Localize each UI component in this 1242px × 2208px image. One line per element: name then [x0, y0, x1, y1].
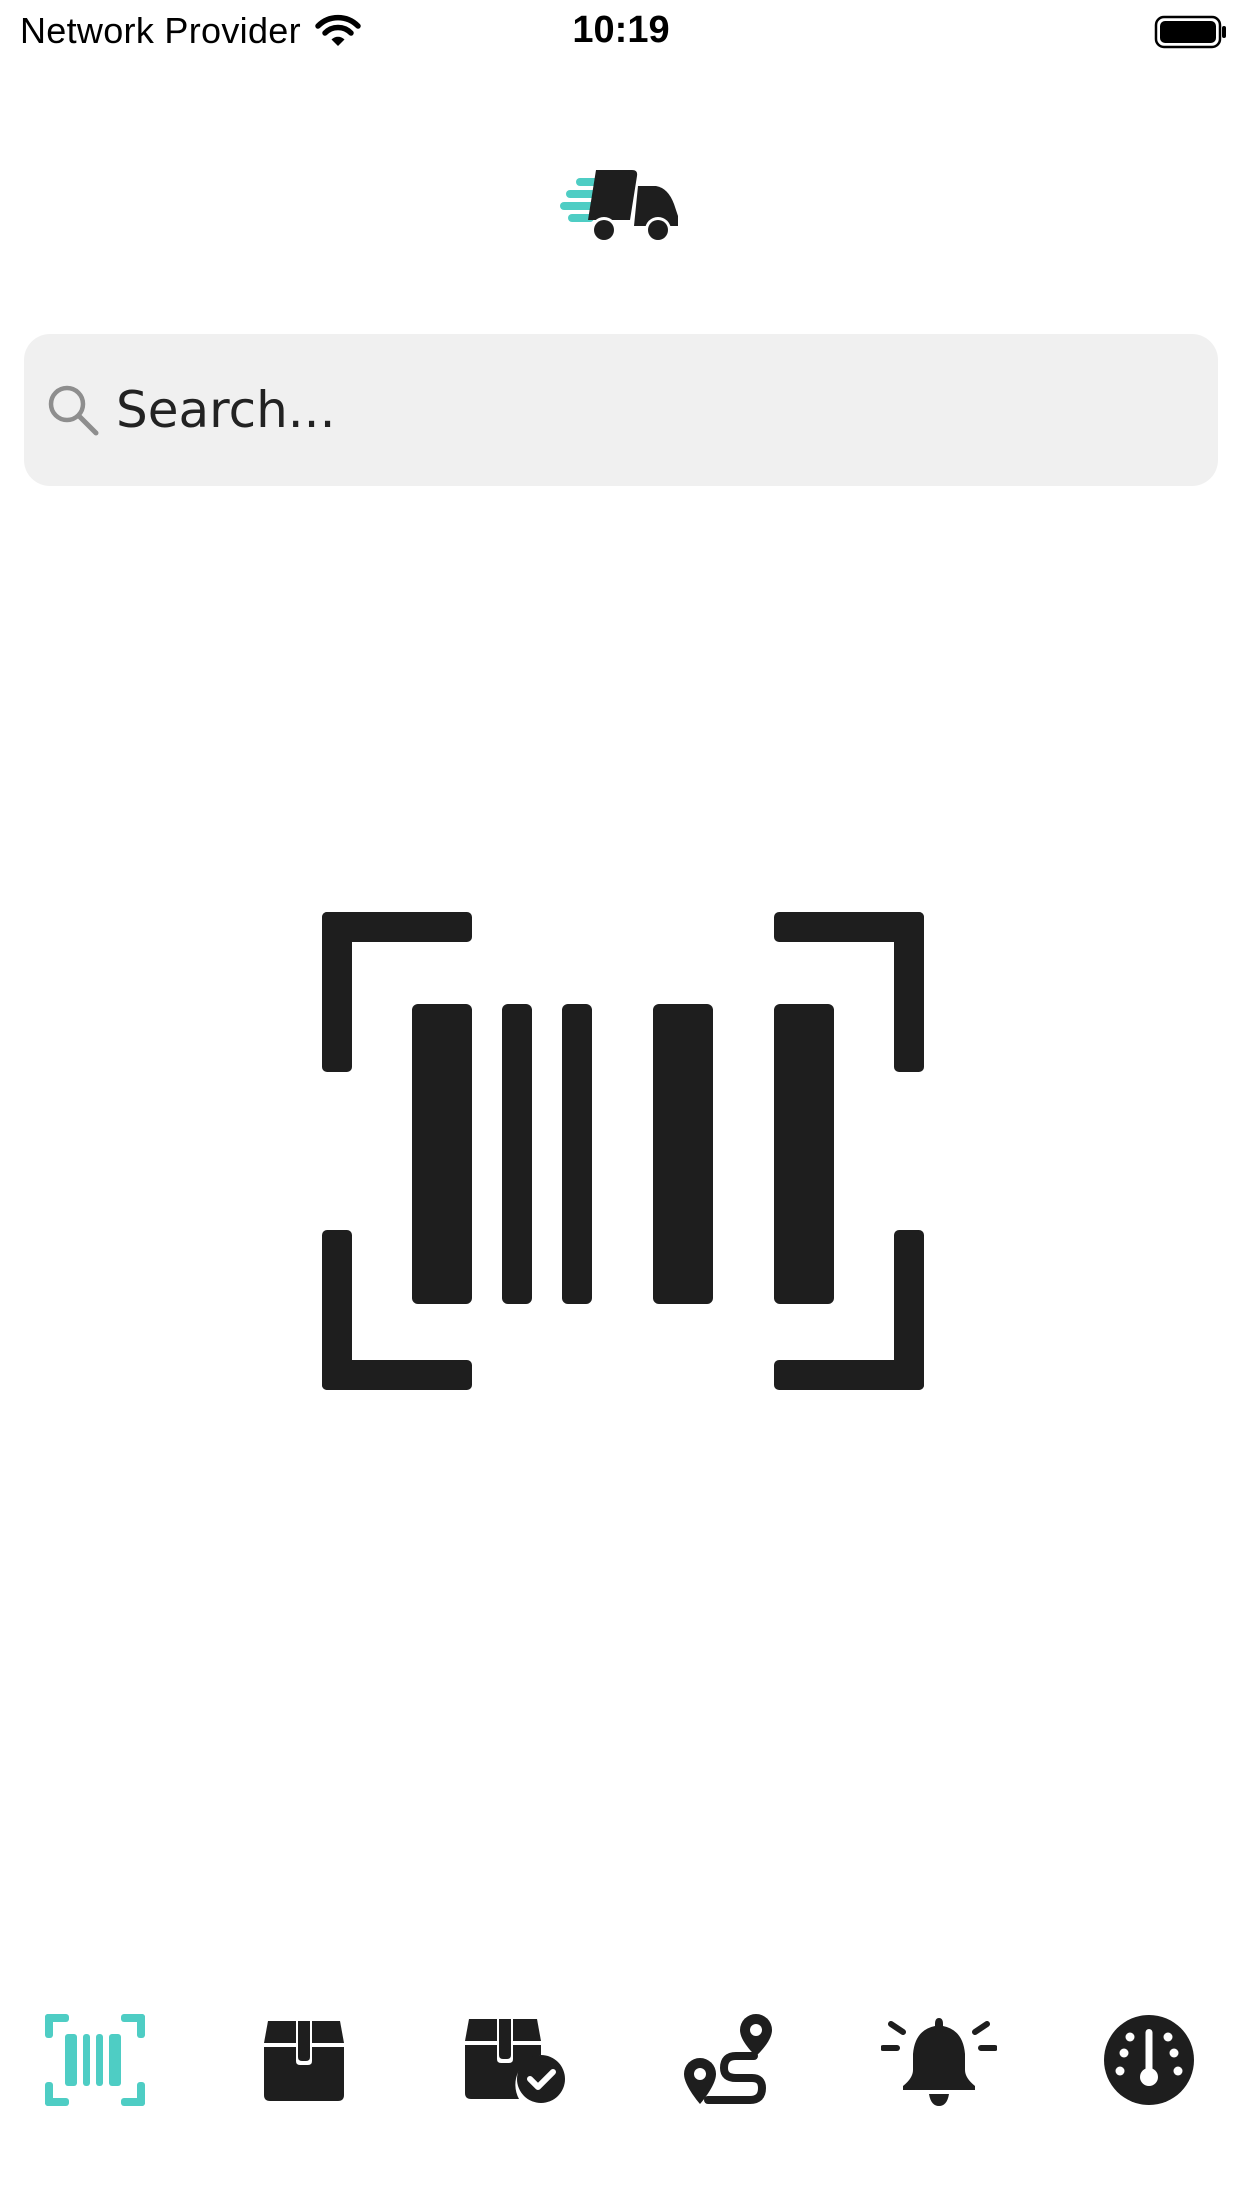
tab-bar	[0, 1990, 1242, 2130]
barcode-scan-icon[interactable]	[322, 870, 924, 1432]
app-screen: Network Provider 10:19	[0, 0, 1242, 2208]
search-input[interactable]	[100, 334, 1218, 486]
tab-scan[interactable]	[20, 1990, 170, 2130]
tab-dashboard[interactable]	[1074, 1990, 1224, 2130]
search-icon	[48, 385, 99, 436]
status-time: 10:19	[572, 9, 670, 51]
tab-packages[interactable]	[229, 1990, 379, 2130]
status-bar: Network Provider 10:19	[0, 0, 1242, 64]
tab-notifications[interactable]	[864, 1990, 1014, 2130]
gauge-icon	[1104, 2015, 1194, 2105]
tab-delivered[interactable]	[440, 1990, 590, 2130]
tab-route[interactable]	[653, 1990, 803, 2130]
box-checked-icon	[465, 2019, 565, 2103]
box-icon	[264, 2021, 344, 2101]
barcode-scan-icon	[45, 2014, 145, 2106]
app-logo-truck-icon	[560, 170, 678, 243]
battery-icon	[1154, 15, 1226, 49]
route-icon	[684, 2014, 772, 2104]
bell-icon	[881, 2018, 997, 2106]
search-bar[interactable]	[24, 334, 1218, 486]
